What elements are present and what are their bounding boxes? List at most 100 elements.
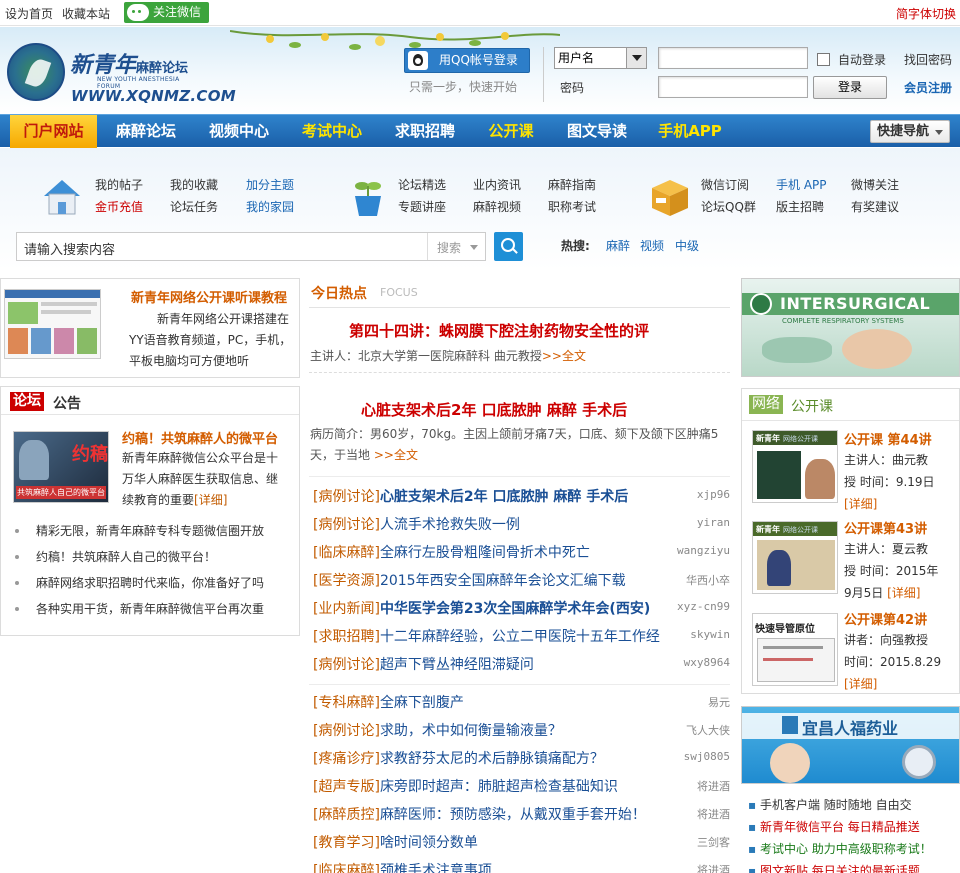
topic-title[interactable]: 人流手术抢救失败一例 (380, 517, 520, 533)
course-title[interactable]: 公开课 第44讲 (844, 429, 932, 448)
notice-item[interactable]: 约稿！共筑麻醉人自己的微平台！ (36, 548, 216, 565)
topic-category[interactable]: [教育学习] (313, 835, 380, 851)
nav-exam[interactable]: 考试中心 (292, 115, 372, 148)
notice-item[interactable]: 麻醉网络求职招聘时代来临，你准备好了吗 (36, 574, 264, 591)
topic-title[interactable]: 心脏支架术后2年 口底脓肿 麻醉 手术后 (380, 489, 628, 505)
anesthesia-guide-link[interactable]: 麻醉指南 (548, 176, 596, 193)
course-detail-link[interactable]: [详细] (887, 586, 920, 600)
coin-recharge-link[interactable]: 金币充值 (95, 198, 143, 215)
topic-author[interactable]: wangziyu (677, 544, 730, 557)
tab-notice[interactable]: 公告 (53, 393, 81, 413)
notice-item[interactable]: 各种实用干货，新青年麻醉微信平台再次重 (36, 600, 264, 617)
tab-open-course[interactable]: 公开课 (791, 396, 833, 416)
topic-title[interactable]: 床旁即时超声：肺脏超声检查基础知识 (380, 779, 618, 795)
topic-category[interactable]: [病例讨论] (313, 657, 380, 673)
topic-title[interactable]: 麻醉医师：预防感染，从戴双重手套开始！ (380, 807, 646, 823)
course-title[interactable]: 新青年网络公开课听课教程 (131, 287, 287, 306)
topic-category[interactable]: [求职招聘] (313, 629, 380, 645)
hot-keyword[interactable]: 视频 (640, 237, 664, 254)
topic-category[interactable]: [疼痛诊疗] (313, 751, 380, 767)
headline-2[interactable]: 心脏支架术后2年 口底脓肿 麻醉 手术后 (361, 399, 627, 420)
topic-item[interactable]: [专科麻醉]全麻下剖腹产 易元 (313, 692, 730, 714)
hot-keyword[interactable]: 中级 (675, 237, 699, 254)
forum-task-link[interactable]: 论坛任务 (170, 198, 218, 215)
my-posts-link[interactable]: 我的帖子 (95, 176, 143, 193)
topic-category[interactable]: [病例讨论] (313, 723, 380, 739)
topic-author[interactable]: 将进酒 (697, 862, 730, 873)
font-switch-link[interactable]: 简字体切换 (896, 5, 956, 22)
course-title[interactable]: 公开课第42讲 (844, 609, 927, 628)
wechat-subscribe-link[interactable]: 微信订阅 (701, 176, 749, 193)
course-thumbnail[interactable]: 新青年 网络公开课 (752, 430, 838, 503)
notice-item[interactable]: 精彩无限，新青年麻醉专科专题微信圈开放 (36, 522, 264, 539)
hot-keyword[interactable]: 麻醉 (606, 237, 630, 254)
topic-title[interactable]: 全麻行左股骨粗隆间骨折术中死亡 (380, 545, 590, 561)
topic-author[interactable]: wxy8964 (684, 656, 730, 669)
weibo-follow-link[interactable]: 微博关注 (851, 176, 899, 193)
search-type-select[interactable]: 搜索 (437, 239, 479, 256)
my-favorites-link[interactable]: 我的收藏 (170, 176, 218, 193)
login-button[interactable]: 登录 (813, 76, 887, 99)
headline-1[interactable]: 第四十四讲：蛛网膜下腔注射药物安全性的评 (349, 320, 649, 341)
topic-title[interactable]: 求教舒芬太尼的术后静脉镇痛配方？ (380, 751, 604, 767)
course-screenshot[interactable] (4, 289, 101, 359)
topic-author[interactable]: 三剑客 (697, 834, 730, 850)
follow-wechat-button[interactable]: 关注微信 (124, 2, 209, 23)
topic-author[interactable]: 易元 (708, 694, 730, 710)
industry-news-link[interactable]: 业内资讯 (473, 176, 521, 193)
topic-item[interactable]: [病例讨论]心脏支架术后2年 口底脓肿 麻醉 手术后 xjp96 (313, 486, 730, 508)
read-more-link[interactable]: >>全文 (374, 448, 418, 462)
topic-lecture-link[interactable]: 专题讲座 (398, 198, 446, 215)
promo-link[interactable]: ▪ 考试中心 助力中高级职称考试！ (748, 840, 932, 857)
notice-detail-link[interactable]: [详细] (194, 493, 227, 507)
password-input[interactable] (658, 76, 808, 98)
topic-item[interactable]: [病例讨论]人流手术抢救失败一例 yiran (313, 514, 730, 536)
topic-item[interactable]: [病例讨论]求助，术中如何衡量输液量？ 飞人大侠 (313, 720, 730, 742)
forum-qq-group-link[interactable]: 论坛QQ群 (701, 198, 756, 215)
title-exam-link[interactable]: 职称考试 (548, 198, 596, 215)
nav-open-course[interactable]: 公开课 (478, 115, 544, 148)
bonus-topic-link[interactable]: 加分主题 (246, 176, 294, 193)
notice-image[interactable]: 约稿 共筑麻醉人自己的微平台 (13, 431, 109, 503)
topic-category[interactable]: [病例讨论] (313, 517, 380, 533)
search-button[interactable] (494, 232, 523, 261)
mobile-app-link[interactable]: 手机 APP (776, 176, 827, 193)
topic-author[interactable]: 将进酒 (697, 806, 730, 822)
pharma-ad[interactable]: 宜昌人福药业 (741, 706, 960, 784)
bookmark-link[interactable]: 收藏本站 (62, 7, 110, 21)
topic-author[interactable]: swj0805 (684, 750, 730, 763)
topic-title[interactable]: 求助，术中如何衡量输液量？ (380, 723, 562, 739)
topic-author[interactable]: 飞人大侠 (686, 722, 730, 738)
topic-author[interactable]: xyz-cn99 (677, 600, 730, 613)
find-password-link[interactable]: 找回密码 (904, 51, 952, 68)
topic-category[interactable]: [病例讨论] (313, 489, 380, 505)
nav-portal[interactable]: 门户网站 (10, 115, 97, 148)
my-home-link[interactable]: 我的家园 (246, 198, 294, 215)
course-thumbnail[interactable]: 快速导管原位 (752, 613, 838, 686)
course-detail-link[interactable]: [详细] (844, 673, 941, 695)
anesthesia-video-link[interactable]: 麻醉视频 (473, 198, 521, 215)
quick-nav-button[interactable]: 快捷导航 (870, 120, 950, 143)
topic-item[interactable]: [疼痛诊疗]求教舒芬太尼的术后静脉镇痛配方？ swj0805 (313, 748, 730, 770)
promo-link[interactable]: ▪ 手机客户端 随时随地 自由交 (748, 796, 912, 813)
topic-item[interactable]: [超声专版]床旁即时超声：肺脏超声检查基础知识 将进酒 (313, 776, 730, 798)
notice-title[interactable]: 约稿！共筑麻醉人的微平台 (122, 428, 278, 447)
topic-item[interactable]: [医学资源]2015年西安全国麻醉年会论文汇编下载 华西小卒 (313, 570, 730, 592)
course-title[interactable]: 公开课第43讲 (844, 518, 927, 537)
topic-title[interactable]: 中华医学会第23次全国麻醉学术年会(西安) (380, 601, 650, 617)
forum-featured-link[interactable]: 论坛精选 (398, 176, 446, 193)
topic-author[interactable]: yiran (697, 516, 730, 529)
topic-category[interactable]: [医学资源] (313, 573, 380, 589)
topic-item[interactable]: [教育学习]啥时间领分数单 三剑客 (313, 832, 730, 854)
topic-author[interactable]: 华西小卒 (686, 572, 730, 588)
topic-title[interactable]: 2015年西安全国麻醉年会论文汇编下载 (380, 573, 626, 589)
topic-category[interactable]: [麻醉质控] (313, 807, 380, 823)
topic-author[interactable]: xjp96 (697, 488, 730, 501)
tab-network[interactable]: 网络 (749, 395, 783, 414)
moderator-recruit-link[interactable]: 版主招聘 (776, 198, 824, 215)
nav-app[interactable]: 手机APP (650, 115, 730, 148)
topic-item[interactable]: [临床麻醉]全麻行左股骨粗隆间骨折术中死亡 wangziyu (313, 542, 730, 564)
intersurgical-ad[interactable]: INTERSURGICAL COMPLETE RESPIRATORY SYSTE… (741, 278, 960, 377)
promo-link[interactable]: ▪ 新青年微信平台 每日精品推送 (748, 818, 920, 835)
course-thumbnail[interactable]: 新青年 网络公开课 (752, 521, 838, 594)
